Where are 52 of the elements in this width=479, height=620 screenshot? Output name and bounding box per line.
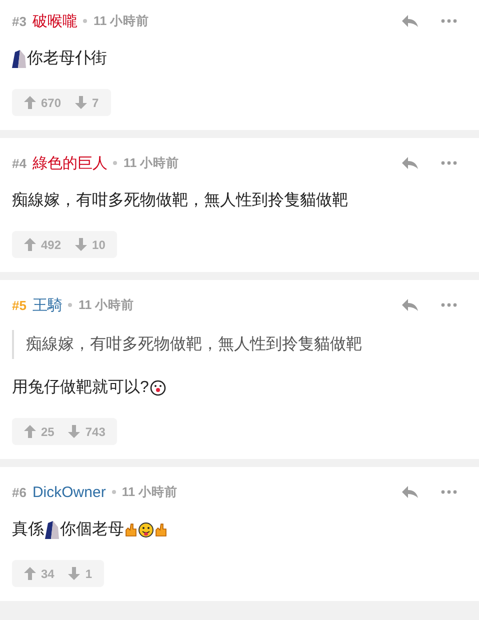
comment-number: #4 — [12, 156, 26, 170]
more-icon[interactable] — [441, 161, 457, 165]
downvote-button[interactable]: 1 — [68, 560, 92, 587]
hand-icon — [125, 522, 137, 536]
reply-icon[interactable] — [401, 298, 419, 312]
up-arrow-icon — [24, 425, 36, 438]
separator-dot-icon — [68, 303, 72, 307]
up-arrow-icon — [24, 238, 36, 251]
comment-text: 你老母仆街 — [27, 48, 107, 69]
author-link[interactable]: 破喉嚨 — [32, 12, 78, 30]
author-link[interactable]: DickOwner — [32, 484, 106, 500]
comment-text: 用兔仔做靶就可以? — [12, 378, 149, 398]
upvote-button[interactable]: 492 — [24, 231, 62, 258]
comment-number: #3 — [12, 14, 26, 28]
hand-icon — [155, 522, 167, 536]
separator-dot-icon — [83, 19, 88, 23]
down-arrow-icon — [68, 425, 80, 438]
more-icon[interactable] — [441, 490, 457, 494]
downvote-button[interactable]: 7 — [75, 89, 99, 116]
more-icon[interactable] — [441, 19, 457, 23]
comment-number: #6 — [12, 484, 26, 500]
image-icon — [45, 520, 59, 538]
upvote-button[interactable]: 670 — [24, 89, 62, 116]
reply-icon[interactable] — [401, 485, 419, 499]
up-arrow-icon — [24, 96, 36, 109]
author-link[interactable]: 綠色的巨人 — [32, 154, 108, 172]
timestamp: 11 小時前 — [122, 484, 178, 500]
down-arrow-icon — [75, 96, 88, 109]
reply-icon[interactable] — [401, 14, 419, 28]
tongue-face-icon — [138, 522, 154, 538]
downvote-button[interactable]: 10 — [75, 231, 106, 258]
comment-number: #5 — [12, 298, 26, 312]
reply-icon[interactable] — [401, 156, 419, 170]
comment-text: 你個老母 — [60, 520, 124, 540]
separator-dot-icon — [112, 490, 116, 494]
separator-dot-icon — [113, 161, 118, 165]
upvote-button[interactable]: 34 — [24, 560, 54, 587]
up-arrow-icon — [24, 567, 36, 580]
down-arrow-icon — [75, 238, 88, 251]
image-icon — [12, 50, 26, 68]
author-link[interactable]: 王騎 — [32, 296, 62, 314]
more-icon[interactable] — [441, 303, 457, 307]
down-arrow-icon — [68, 567, 80, 580]
timestamp: 11 小時前 — [93, 12, 150, 30]
comment-text: 真係 — [12, 520, 44, 540]
timestamp: 11 小時前 — [78, 296, 134, 314]
quote-text: 痴線嫁，有咁多死物做靶，無人性到拎隻貓做靶 — [12, 330, 467, 359]
comment-text: 痴線嫁，有咁多死物做靶，無人性到拎隻貓做靶 — [12, 190, 348, 211]
downvote-button[interactable]: 743 — [68, 418, 106, 445]
clown-face-icon — [150, 380, 166, 396]
timestamp: 11 小時前 — [123, 154, 180, 172]
upvote-button[interactable]: 25 — [24, 418, 54, 445]
